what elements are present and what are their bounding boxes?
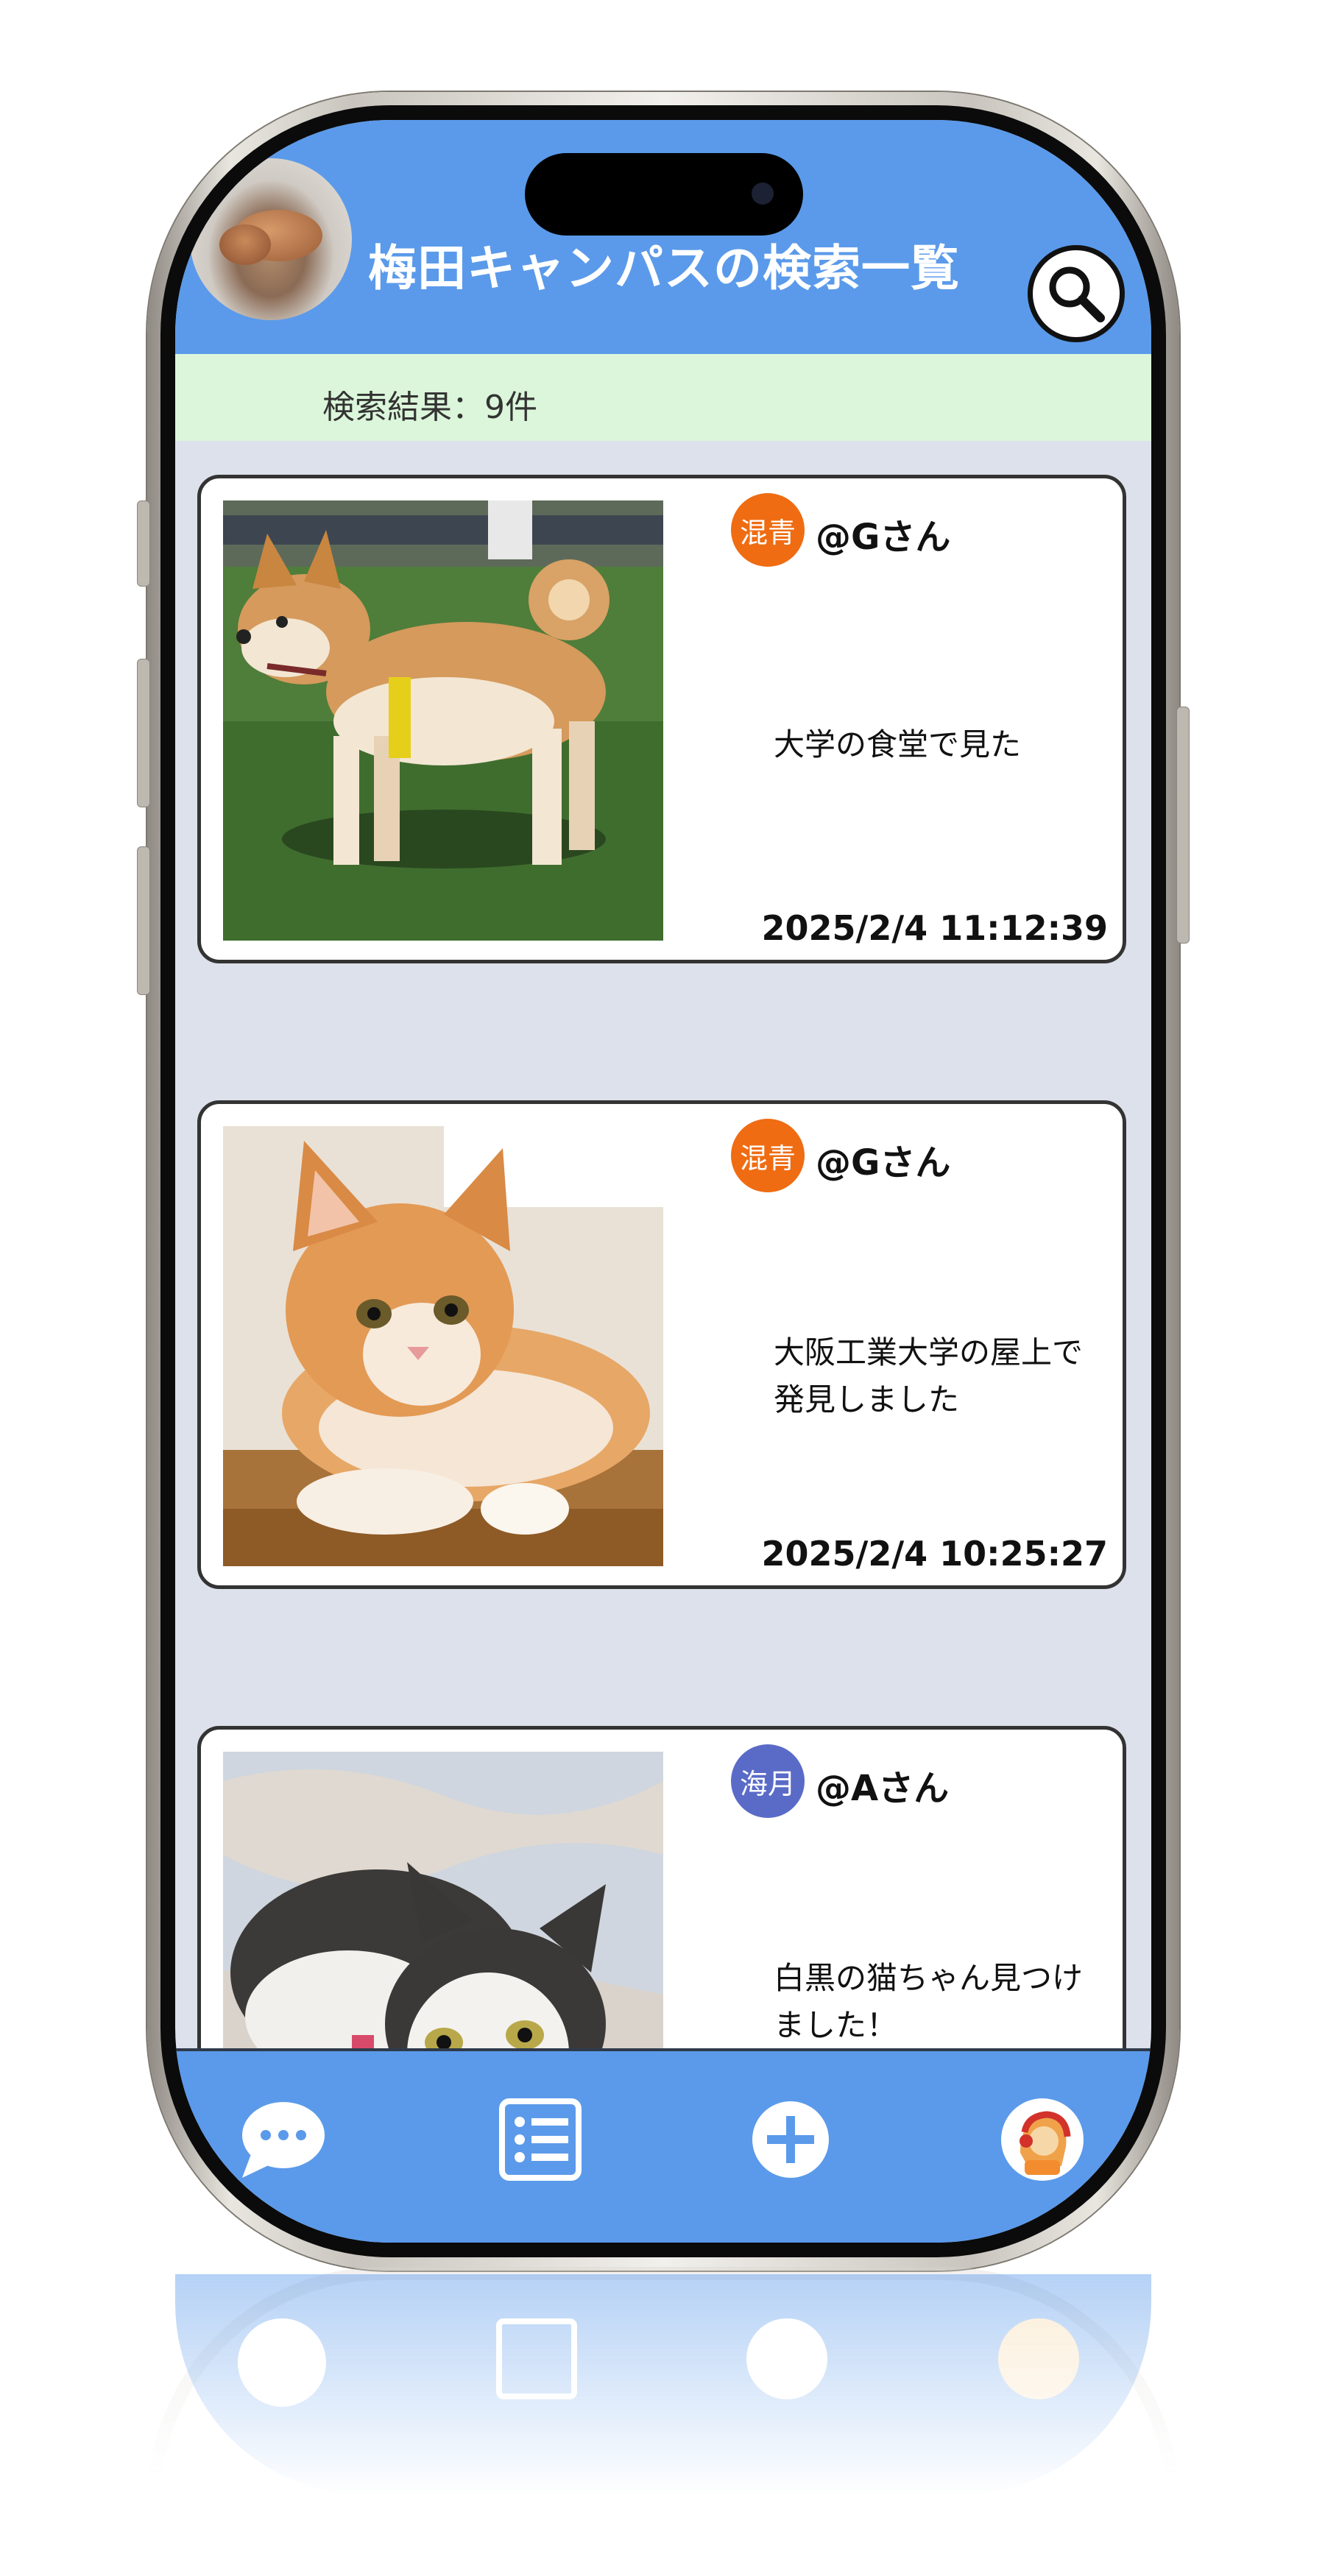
nav-add[interactable] bbox=[746, 2095, 835, 2184]
post-timestamp: 2025/2/4 10:25:27 bbox=[761, 1534, 1109, 1574]
phone-screen: 梅田キャンパスの検索一覧 検索結果：9件 混青 @Gさん 大学の食堂で見た 20… bbox=[175, 120, 1151, 2243]
page-title: 梅田キャンパスの検索一覧 bbox=[368, 240, 960, 297]
user-name[interactable]: @Gさん bbox=[816, 1133, 950, 1185]
user-badge[interactable]: 混青 bbox=[731, 493, 805, 567]
post-card[interactable]: 混青 @Gさん 大阪工業大学の屋上で発見しました 2025/2/4 10:25:… bbox=[197, 1100, 1126, 1589]
user-name[interactable]: @Gさん bbox=[816, 508, 950, 559]
search-icon bbox=[1049, 266, 1105, 322]
phone-reflection bbox=[175, 2274, 1151, 2495]
list-icon bbox=[499, 2098, 582, 2181]
shiba-dog-image bbox=[223, 500, 663, 941]
volume-down-button bbox=[137, 846, 150, 995]
post-feed[interactable]: 混青 @Gさん 大学の食堂で見た 2025/2/4 11:12:39 混青 @G… bbox=[175, 441, 1151, 2134]
post-timestamp: 2025/2/4 11:12:39 bbox=[761, 908, 1109, 948]
user-avatar[interactable] bbox=[190, 158, 352, 320]
orange-kitten-image bbox=[223, 1126, 663, 1566]
chat-icon bbox=[242, 2102, 325, 2178]
post-text: 大学の食堂で見た bbox=[774, 726, 1022, 762]
post-text: 白黒の猫ちゃん見つけました！ bbox=[774, 1960, 1084, 2043]
nav-list[interactable] bbox=[496, 2095, 584, 2184]
post-text: 大阪工業大学の屋上で発見しました bbox=[774, 1334, 1084, 1418]
post-photo[interactable] bbox=[223, 1126, 663, 1566]
volume-up-button bbox=[137, 659, 150, 807]
nav-chat[interactable] bbox=[238, 2095, 326, 2184]
bottom-nav bbox=[175, 2048, 1151, 2243]
nav-profile[interactable] bbox=[998, 2095, 1086, 2184]
user-badge[interactable]: 海月 bbox=[731, 1744, 805, 1818]
post-photo[interactable] bbox=[223, 500, 663, 941]
post-card[interactable]: 混青 @Gさん 大学の食堂で見た 2025/2/4 11:12:39 bbox=[197, 475, 1126, 963]
add-icon bbox=[752, 2101, 829, 2178]
user-name[interactable]: @Aさん bbox=[816, 1759, 949, 1811]
profile-icon bbox=[1001, 2098, 1084, 2181]
power-button bbox=[1176, 707, 1190, 944]
results-count: 検索結果：9件 bbox=[322, 389, 537, 426]
user-badge[interactable]: 混青 bbox=[731, 1119, 805, 1192]
search-button[interactable] bbox=[1028, 245, 1125, 342]
action-button bbox=[137, 500, 150, 587]
results-bar: 検索結果：9件 bbox=[175, 354, 1151, 441]
dynamic-island bbox=[525, 153, 803, 236]
